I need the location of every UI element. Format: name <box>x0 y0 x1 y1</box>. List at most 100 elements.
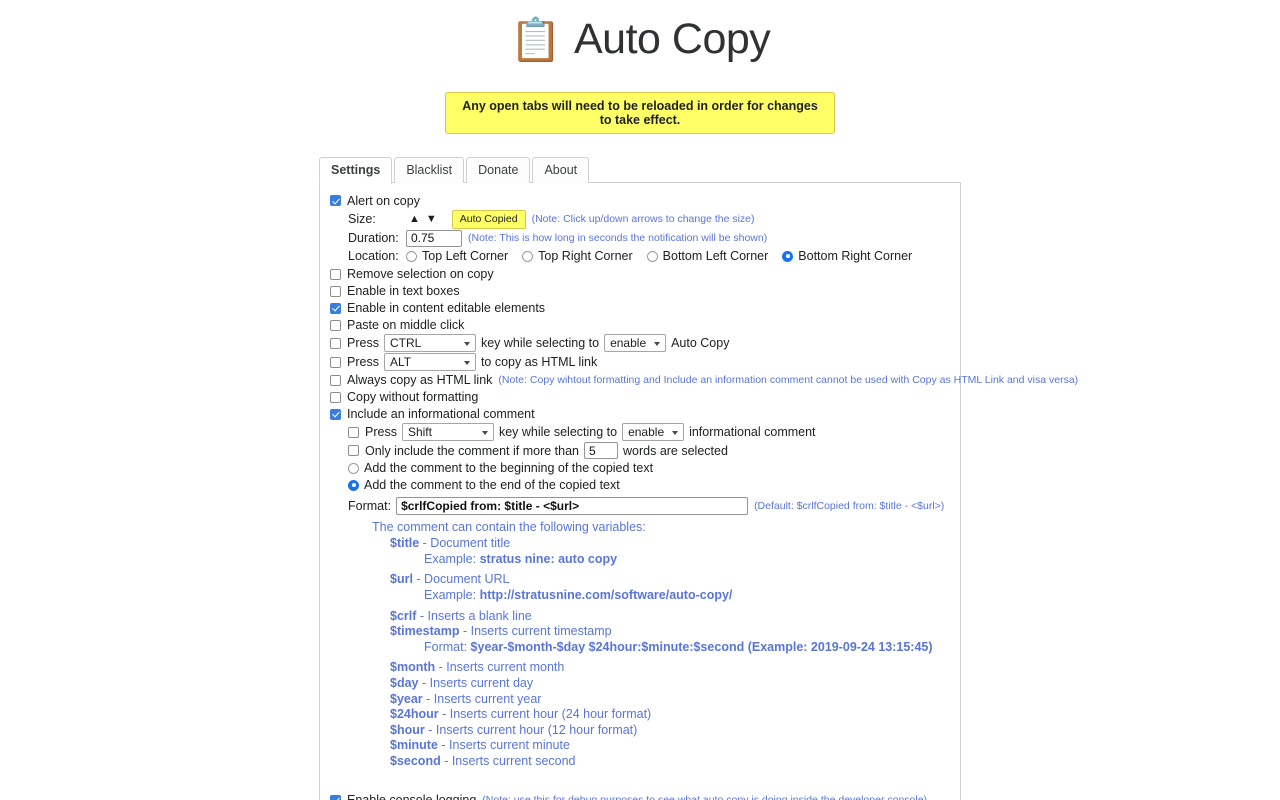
size-preview-badge: Auto Copied <box>451 210 526 229</box>
radio-item-bottom-left[interactable]: Bottom Left Corner <box>646 248 769 265</box>
var-desc-24hour: - Inserts current hour (24 hour format) <box>438 707 652 722</box>
options-page: 📋 Auto Copy Any open tabs will need to b… <box>0 0 1280 800</box>
checkbox-copy-without-formatting[interactable] <box>330 391 341 403</box>
note-always-copy-as-html-link: (Note: Copy wihtout formatting and Inclu… <box>498 374 1079 387</box>
var-block-24hour: $24hour - Inserts current hour (24 hour … <box>372 707 950 723</box>
var-line-day: $day - Inserts current day <box>390 676 950 692</box>
label-alert-on-copy: Alert on copy <box>347 193 420 208</box>
row-format: Format: (Default: $crlfCopied from: $tit… <box>330 497 950 516</box>
radio-top-left[interactable] <box>406 250 417 262</box>
row-comment-press-key: Press Shift key while selecting to enabl… <box>330 423 950 442</box>
checkbox-comment-press-key[interactable] <box>348 426 359 438</box>
label-format: Format: <box>348 499 392 514</box>
label-min-words-prefix: Only include the comment if more than <box>365 443 579 458</box>
checkbox-press-key-autocopy[interactable] <box>330 337 341 349</box>
var-line-crlf: $crlf - Inserts a blank line <box>390 609 950 625</box>
row-duration: Duration: (Note: This is how long in sec… <box>330 229 950 247</box>
tab-about[interactable]: About <box>532 157 590 183</box>
select-comment-key[interactable]: Shift <box>401 423 494 442</box>
row-enable-text-boxes: Enable in text boxes <box>330 283 950 300</box>
size-down-arrow-icon[interactable]: ▼ <box>423 213 440 225</box>
label-bottom-left: Bottom Left Corner <box>662 248 769 263</box>
radio-item-bottom-right[interactable]: Bottom Right Corner <box>782 248 912 265</box>
page-header: 📋 Auto Copy Any open tabs will need to b… <box>0 0 1280 134</box>
checkbox-press-key-htmllink[interactable] <box>330 356 341 368</box>
reload-notice-banner: Any open tabs will need to be reloaded i… <box>445 92 835 134</box>
radio-comment-at-beginning[interactable] <box>348 462 359 474</box>
var-name-day: $day <box>390 675 419 690</box>
radio-item-top-right[interactable]: Top Right Corner <box>522 248 633 265</box>
label-duration: Duration: <box>348 230 399 245</box>
row-location: Location: Top Left Corner Top Right Corn… <box>330 248 950 265</box>
note-format-default: (Default: $crlfCopied from: $title - <$u… <box>754 500 945 513</box>
select-autocopy-key[interactable]: CTRL <box>383 334 476 353</box>
var-desc-year: - Inserts current year <box>422 691 542 706</box>
checkbox-enable-in-content-editable[interactable] <box>330 302 341 314</box>
format-input[interactable] <box>396 497 749 516</box>
checkbox-alert-on-copy[interactable] <box>330 195 341 206</box>
variables-documentation: The comment can contain the following va… <box>330 520 950 770</box>
var-line-timestamp: $timestamp - Inserts current timestamp <box>390 624 950 640</box>
row-include-comment: Include an informational comment <box>330 406 950 423</box>
checkbox-remove-selection-on-copy[interactable] <box>330 268 341 280</box>
tab-donate[interactable]: Donate <box>466 157 531 183</box>
row-remove-selection: Remove selection on copy <box>330 266 950 283</box>
var-example-label-url: Example: <box>424 587 480 602</box>
tab-bar: Settings Blacklist Donate About <box>319 156 961 184</box>
radio-bottom-left[interactable] <box>646 250 658 262</box>
row-comment-position-beginning[interactable]: Add the comment to the beginning of the … <box>330 460 950 477</box>
size-up-arrow-icon[interactable]: ▲ <box>406 213 423 225</box>
tab-settings[interactable]: Settings <box>319 157 393 184</box>
checkbox-enable-in-text-boxes[interactable] <box>330 285 341 297</box>
clipboard-icon: 📋 <box>509 16 562 63</box>
note-console-logging: (Note: use this for debug purposes to se… <box>482 794 928 800</box>
var-example-title: Example: stratus nine: auto copy <box>390 552 950 568</box>
label-press-prefix-autocopy: Press <box>347 336 379 351</box>
page-title: Auto Copy <box>574 14 771 63</box>
label-paste-on-middle-click: Paste on middle click <box>347 318 465 333</box>
select-wrap-htmllink-key: ALT <box>379 353 481 372</box>
select-wrap-comment-key: Shift <box>397 423 499 442</box>
radio-comment-at-end[interactable] <box>348 479 359 491</box>
duration-input[interactable] <box>406 229 462 247</box>
select-comment-mode[interactable]: enable <box>622 423 685 442</box>
label-comment-press-suffix: informational comment <box>689 425 816 440</box>
radio-item-top-left[interactable]: Top Left Corner <box>406 248 508 265</box>
select-htmllink-key[interactable]: ALT <box>383 353 476 372</box>
label-include-informational-comment: Include an informational comment <box>347 407 535 422</box>
label-min-words-suffix: words are selected <box>623 443 728 458</box>
checkbox-min-words[interactable] <box>348 445 359 457</box>
var-name-hour: $hour <box>390 722 425 737</box>
label-top-right: Top Right Corner <box>538 248 633 263</box>
row-alert-on-copy: Alert on copy <box>330 192 950 209</box>
docs-heading: The comment can contain the following va… <box>372 519 646 534</box>
label-press-middle-autocopy: key while selecting to <box>480 336 600 351</box>
tab-blacklist[interactable]: Blacklist <box>394 157 465 183</box>
var-line-hour: $hour - Inserts current hour (12 hour fo… <box>390 723 950 739</box>
var-name-second: $second <box>390 753 441 768</box>
radio-top-right[interactable] <box>522 250 534 262</box>
row-enable-content-editable: Enable in content editable elements <box>330 300 950 317</box>
var-desc-url: - Document URL <box>412 572 510 587</box>
radio-bottom-right[interactable] <box>782 250 794 262</box>
checkbox-include-informational-comment[interactable] <box>330 408 341 420</box>
select-autocopy-mode[interactable]: enable <box>604 334 667 353</box>
row-paste-middle-click: Paste on middle click <box>330 317 950 334</box>
select-wrap-comment-mode: enable <box>617 423 689 442</box>
min-words-input[interactable] <box>584 442 618 460</box>
row-press-key-htmllink: Press ALT to copy as HTML link <box>330 353 950 372</box>
label-press-suffix-htmllink: to copy as HTML link <box>480 355 598 370</box>
label-comment-press-prefix: Press <box>365 425 397 440</box>
label-location: Location: <box>348 248 399 263</box>
checkbox-enable-console-logging[interactable] <box>330 794 341 800</box>
var-example-label-timestamp: Format: <box>424 639 471 654</box>
var-name-minute: $minute <box>390 738 438 753</box>
row-console-logging: Enable console logging (Note: use this f… <box>330 792 950 800</box>
checkbox-always-copy-as-html-link[interactable] <box>330 374 341 386</box>
var-desc-timestamp: - Inserts current timestamp <box>459 624 612 639</box>
label-always-copy-as-html-link: Always copy as HTML link <box>347 373 493 388</box>
var-line-title: $title - Document title <box>390 536 950 552</box>
row-comment-position-end[interactable]: Add the comment to the end of the copied… <box>330 477 950 494</box>
checkbox-paste-on-middle-click[interactable] <box>330 319 341 331</box>
var-example-value-timestamp: $year-$month-$day $24hour:$minute:$secon… <box>470 639 933 654</box>
